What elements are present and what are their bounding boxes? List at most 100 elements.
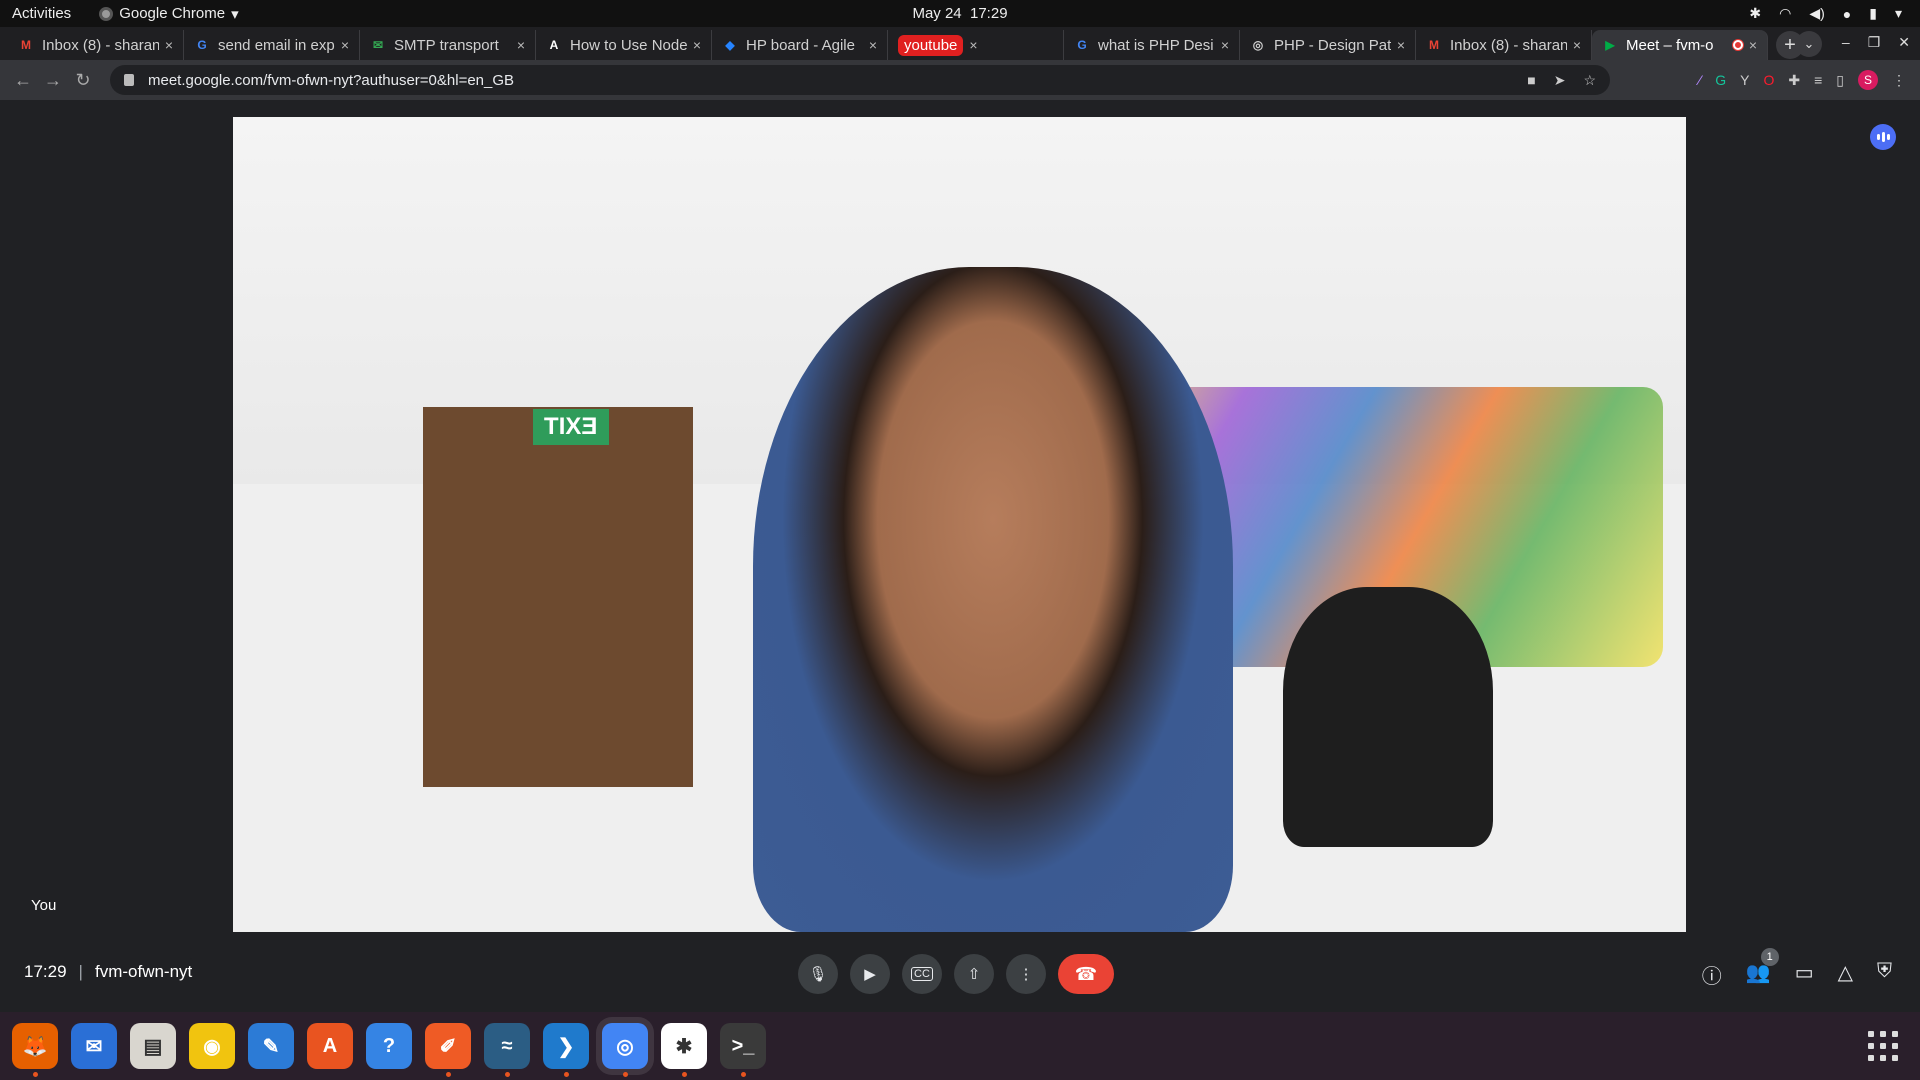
activities-button[interactable]: Activities [12,5,71,22]
y-extension-icon[interactable]: Y [1740,72,1749,88]
dock-firefox-icon[interactable]: 🦊 [12,1023,58,1077]
present-button[interactable]: ⇧ [954,954,994,994]
dock-chrome-icon[interactable]: ◎ [602,1023,648,1077]
close-tab-icon[interactable]: × [341,37,349,53]
profile-avatar[interactable]: S [1858,70,1878,90]
tab-0[interactable]: M Inbox (8) - sharan × [8,30,184,60]
tab-search-chevron-icon[interactable]: ⌄ [1796,31,1822,57]
wifi-icon: ◠ [1779,5,1792,21]
close-tab-icon[interactable]: × [693,37,701,53]
divider: | [78,962,83,981]
captions-button[interactable]: CC [902,954,942,994]
extensions-puzzle-icon[interactable]: ✚ [1788,72,1800,89]
opera-extension-icon[interactable]: O [1763,72,1774,88]
gmail-icon: M [21,38,31,52]
google-icon: G [1077,38,1087,52]
mic-tray-icon: ● [1842,5,1852,22]
close-tab-icon[interactable]: × [517,37,525,53]
camera-in-use-icon[interactable]: ■ [1527,72,1535,89]
close-tab-icon[interactable]: × [869,37,877,53]
tab-title: Inbox (8) - sharan [42,36,159,54]
dock-files-icon[interactable]: ▤ [130,1023,176,1069]
close-tab-icon[interactable]: × [1397,37,1405,53]
dock-software-center-icon[interactable]: A [307,1023,353,1069]
dock-mysql-workbench-icon[interactable]: ≈ [484,1023,530,1077]
back-arrow-icon[interactable]: ← [8,70,38,91]
activities-shapes-icon[interactable]: △ [1838,960,1853,989]
more-options-button[interactable]: ⋮ [1006,954,1046,994]
chat-icon[interactable]: ▭ [1795,960,1814,989]
ubuntu-dock: 🦊 ✉ ▤ ◉ ✎ A? ✐ ≈ ❯ ◎ ✱ >_ [0,1012,1920,1080]
dock-postman-icon[interactable]: ✐ [425,1023,471,1077]
tab-7[interactable]: ◎ PHP - Design Patt × [1240,30,1416,60]
audio-level-icon[interactable] [1870,124,1896,150]
pen-extension-icon[interactable]: ⁄ [1699,72,1701,88]
battery-icon: ▮ [1869,5,1877,21]
participant-count-badge: 1 [1760,948,1779,966]
more-vertical-icon: ⋮ [1018,966,1034,983]
dock-terminal-icon[interactable]: >_ [720,1023,766,1077]
captions-icon: CC [911,967,933,981]
tab-4[interactable]: ◆ HP board - Agile × [712,30,888,60]
app-menu[interactable]: Google Chrome ▾ [99,5,239,23]
close-window-icon[interactable]: ✕ [1898,34,1910,51]
meeting-code: fvm-ofwn-nyt [94,962,193,981]
send-tab-icon[interactable]: ➤ [1554,72,1566,89]
tab-1[interactable]: Gsend email in expr × [184,30,360,60]
google-icon: G [197,38,207,52]
dock-slack-icon[interactable]: ✱ [661,1023,707,1077]
tab-title: HP board - Agile [746,36,855,54]
dock-thunderbird-icon[interactable]: ✉ [71,1023,117,1069]
chrome-menu-icon[interactable]: ⋮ [1892,72,1906,89]
people-button[interactable]: 👥 1 [1746,948,1779,989]
close-tab-icon[interactable]: × [969,37,977,53]
forward-arrow-icon[interactable]: → [38,70,68,91]
tab-title: Inbox (8) - sharan [1450,36,1567,54]
tab-title: youtube [898,34,964,56]
tab-title: SMTP transport [394,36,499,54]
close-tab-icon[interactable]: × [1749,37,1757,53]
meeting-details-info-icon[interactable]: ⓘ [1702,960,1722,989]
maximize-icon[interactable]: ❐ [1868,34,1881,51]
url-text[interactable]: meet.google.com/fvm-ofwn-nyt?authuser=0&… [148,72,514,89]
dock-libreoffice-writer-icon[interactable]: ✎ [248,1023,294,1069]
jira-icon: ◆ [725,38,735,52]
dock-help-icon[interactable]: ? [366,1023,412,1069]
mic-icon: 🎙 [808,966,828,983]
system-tray[interactable]: ✱ ◠ ◀) ● ▮ ▾ [1749,5,1902,22]
reload-icon[interactable]: ↻ [68,70,98,91]
clock-date: May 24 [912,5,962,22]
minimize-icon[interactable]: – [1842,34,1850,51]
exit-sign-text: EXIT [544,413,598,440]
grammarly-icon[interactable]: G [1715,72,1726,88]
tab-2[interactable]: ✉ SMTP transport × [360,30,536,60]
host-controls-shield-icon[interactable]: ⛨ [1877,960,1892,989]
self-video-tile[interactable]: EXIT [233,117,1686,932]
dock-vscode-icon[interactable]: ❯ [543,1023,589,1077]
tab-8[interactable]: M Inbox (8) - sharan × [1416,30,1592,60]
address-bar[interactable]: meet.google.com/fvm-ofwn-nyt?authuser=0&… [110,65,1610,95]
meeting-time: 17:29 [24,962,67,981]
dock-rhythmbox-icon[interactable]: ◉ [189,1023,235,1069]
tab-6[interactable]: Gwhat is PHP Desi × [1064,30,1240,60]
nodemailer-icon: ✉ [372,38,384,52]
tab-title: How to Use Node [570,36,687,54]
show-applications-grid-icon[interactable] [1868,1031,1898,1061]
reading-list-icon[interactable]: ≡ [1814,72,1822,88]
mic-toggle-button[interactable]: 🎙 [798,954,838,994]
call-controls: 🎙 ▶ CC ⇧ ⋮ ☎ [798,954,1114,994]
tab-3[interactable]: A How to Use Node × [536,30,712,60]
camera-toggle-button[interactable]: ▶ [850,954,890,994]
side-panel-icon[interactable]: ▯ [1836,72,1844,89]
tab-5[interactable]: youtube × [888,30,1064,60]
bookmark-star-icon[interactable]: ☆ [1583,72,1596,89]
close-tab-icon[interactable]: × [1221,37,1229,53]
leave-call-button[interactable]: ☎ [1058,954,1114,994]
lock-icon[interactable] [124,74,134,86]
close-tab-icon[interactable]: × [165,37,173,53]
clock[interactable]: May 24 17:29 [912,5,1007,22]
close-tab-icon[interactable]: × [1573,37,1581,53]
chrome-icon [99,6,114,21]
browser-toolbar: ← → ↻ meet.google.com/fvm-ofwn-nyt?authu… [0,60,1920,100]
tab-9[interactable]: ▶ Meet – fvm-o × [1592,30,1768,60]
